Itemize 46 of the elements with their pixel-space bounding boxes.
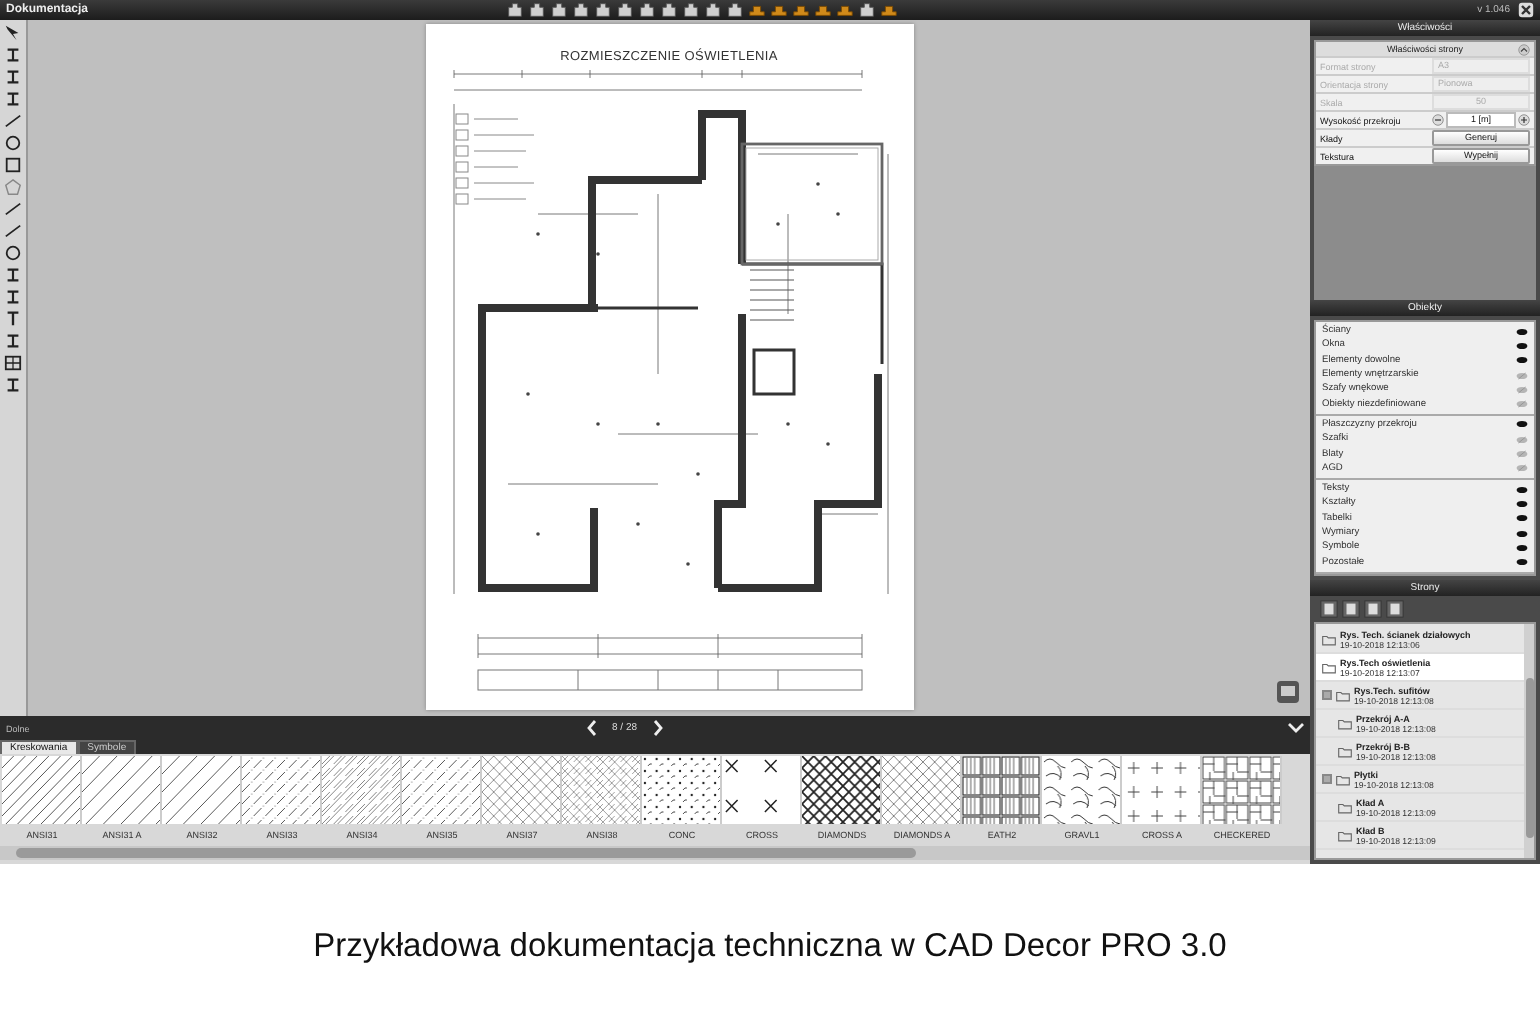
- circle-icon[interactable]: [4, 134, 22, 152]
- hatch-swatch[interactable]: [82, 756, 162, 824]
- eye-icon[interactable]: [1516, 543, 1528, 552]
- caption: Przykładowa dokumentacja techniczna w CAD Decor PRO 3.0: [311, 926, 1229, 968]
- hatch-swatch[interactable]: [882, 756, 962, 824]
- chevron-right-icon[interactable]: [651, 720, 664, 736]
- scrollbar-thumb[interactable]: [1525, 678, 1533, 838]
- scrollbar-thumb[interactable]: [16, 848, 916, 858]
- eye-icon[interactable]: [1516, 558, 1528, 567]
- table-icon[interactable]: [4, 354, 22, 372]
- close-icon[interactable]: [1518, 2, 1534, 18]
- eye-icon[interactable]: [1516, 529, 1528, 537]
- hatch-swatch[interactable]: [242, 756, 322, 824]
- chevron-left-icon[interactable]: [586, 720, 598, 736]
- hatch-swatch[interactable]: [562, 756, 642, 824]
- hatch-swatch[interactable]: [1202, 756, 1282, 824]
- hatch-swatch[interactable]: [962, 756, 1042, 824]
- eye-icon[interactable]: [1516, 485, 1528, 494]
- line-icon[interactable]: [4, 112, 22, 130]
- pointer-icon[interactable]: [4, 24, 22, 42]
- minus-icon[interactable]: [1432, 114, 1444, 126]
- hatch-swatch[interactable]: [802, 756, 882, 824]
- eye-icon[interactable]: [1516, 420, 1528, 429]
- hatch-swatch[interactable]: [1122, 756, 1202, 824]
- hatch-swatch[interactable]: [642, 756, 722, 824]
- text-icon[interactable]: [4, 310, 22, 328]
- square-icon[interactable]: [4, 156, 22, 174]
- collapse-icon[interactable]: [1518, 43, 1530, 55]
- expand-toggle[interactable]: [1322, 690, 1332, 700]
- line-icon[interactable]: [4, 222, 22, 240]
- hatch-swatch[interactable]: [2, 756, 82, 824]
- hatch-swatch[interactable]: [722, 756, 802, 824]
- eye-icon[interactable]: [1516, 341, 1528, 350]
- hatch-swatch[interactable]: [162, 756, 242, 824]
- eye-icon[interactable]: [1516, 499, 1528, 508]
- hatch-swatch[interactable]: [402, 756, 482, 824]
- hatch-swatch[interactable]: [322, 756, 402, 824]
- eye-icon[interactable]: [1516, 327, 1528, 336]
- hatch-swatch[interactable]: [482, 756, 562, 824]
- polyline-icon[interactable]: [4, 200, 22, 218]
- eye-icon[interactable]: [1516, 514, 1528, 523]
- eye-icon[interactable]: [1516, 356, 1528, 365]
- expand-toggle[interactable]: [1322, 774, 1332, 784]
- chevron-down-icon[interactable]: [1288, 722, 1304, 734]
- plus-icon[interactable]: [1518, 114, 1530, 126]
- hatch-swatch[interactable]: [1042, 756, 1122, 824]
